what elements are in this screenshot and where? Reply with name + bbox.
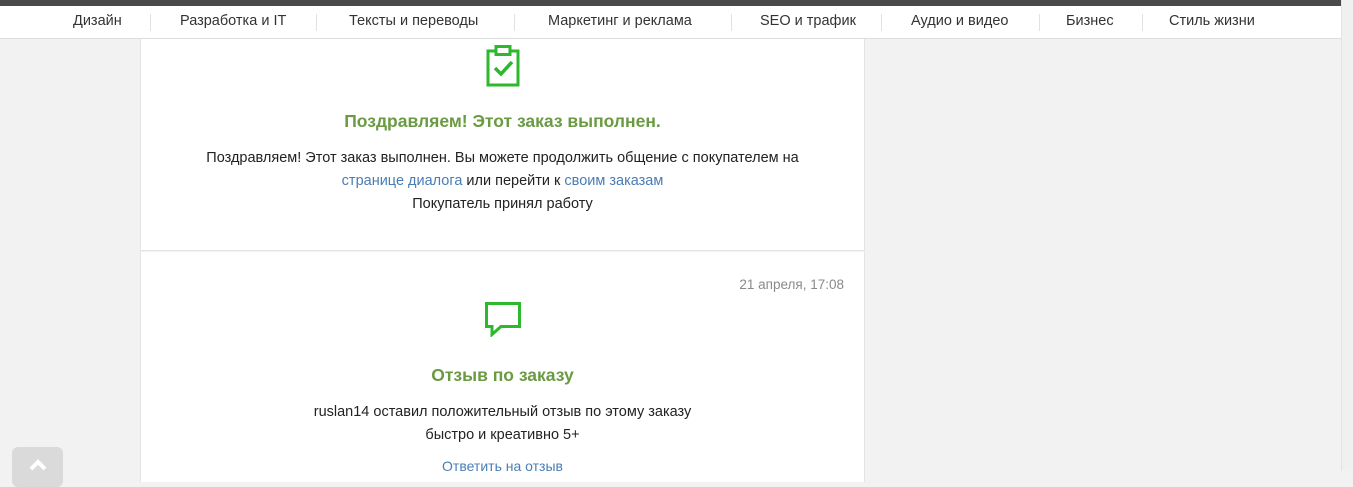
nav-item-lifestyle[interactable]: Стиль жизни	[1169, 6, 1255, 39]
review-message: ruslan14 оставил положительный отзыв по …	[141, 401, 864, 447]
order-completed-message: Поздравляем! Этот заказ выполнен. Вы мож…	[141, 147, 864, 216]
page-scrollbar[interactable]	[1341, 0, 1353, 471]
review-title: Отзыв по заказу	[431, 365, 574, 385]
clipboard-check-icon	[486, 45, 519, 87]
order-completed-card: Поздравляем! Этот заказ выполнен. Поздра…	[140, 39, 865, 251]
nav-separator	[1039, 14, 1040, 31]
nav-item-development[interactable]: Разработка и IT	[180, 6, 286, 39]
nav-separator	[514, 14, 515, 31]
buyer-accepted-text: Покупатель принял работу	[412, 196, 593, 212]
chevron-up-icon	[29, 459, 47, 471]
nav-separator	[1142, 14, 1143, 31]
nav-item-seo[interactable]: SEO и трафик	[760, 6, 856, 39]
nav-separator	[881, 14, 882, 31]
order-review-card: 21 апреля, 17:08 Отзыв по заказу ruslan1…	[140, 252, 865, 482]
my-orders-link[interactable]: своим заказам	[564, 173, 663, 189]
order-completed-links-line: странице диалога или перейти к своим зак…	[141, 170, 864, 193]
review-author-line: ruslan14 оставил положительный отзыв по …	[313, 404, 692, 420]
nav-item-marketing[interactable]: Маркетинг и реклама	[548, 6, 692, 39]
nav-item-audio-video[interactable]: Аудио и видео	[911, 6, 1008, 39]
dialog-page-link[interactable]: странице диалога	[342, 173, 463, 189]
nav-separator	[150, 14, 151, 31]
order-completed-line: Поздравляем! Этот заказ выполнен. Вы мож…	[206, 150, 799, 166]
review-timestamp: 21 апреля, 17:08	[739, 277, 844, 292]
nav-item-texts[interactable]: Тексты и переводы	[349, 6, 478, 39]
review-text: быстро и креативно 5+	[425, 427, 580, 443]
reply-to-review-link[interactable]: Ответить на отзыв	[141, 455, 864, 478]
nav-item-business[interactable]: Бизнес	[1066, 6, 1114, 39]
nav-item-design[interactable]: Дизайн	[73, 6, 122, 39]
order-completed-connector-text: или перейти к	[462, 173, 565, 189]
category-nav: Дизайн Разработка и IT Тексты и переводы…	[0, 6, 1341, 39]
scroll-to-top-button[interactable]	[12, 447, 63, 487]
speech-bubble-icon	[484, 302, 521, 337]
nav-separator	[731, 14, 732, 31]
order-completed-title: Поздравляем! Этот заказ выполнен.	[344, 111, 661, 131]
nav-separator	[316, 14, 317, 31]
